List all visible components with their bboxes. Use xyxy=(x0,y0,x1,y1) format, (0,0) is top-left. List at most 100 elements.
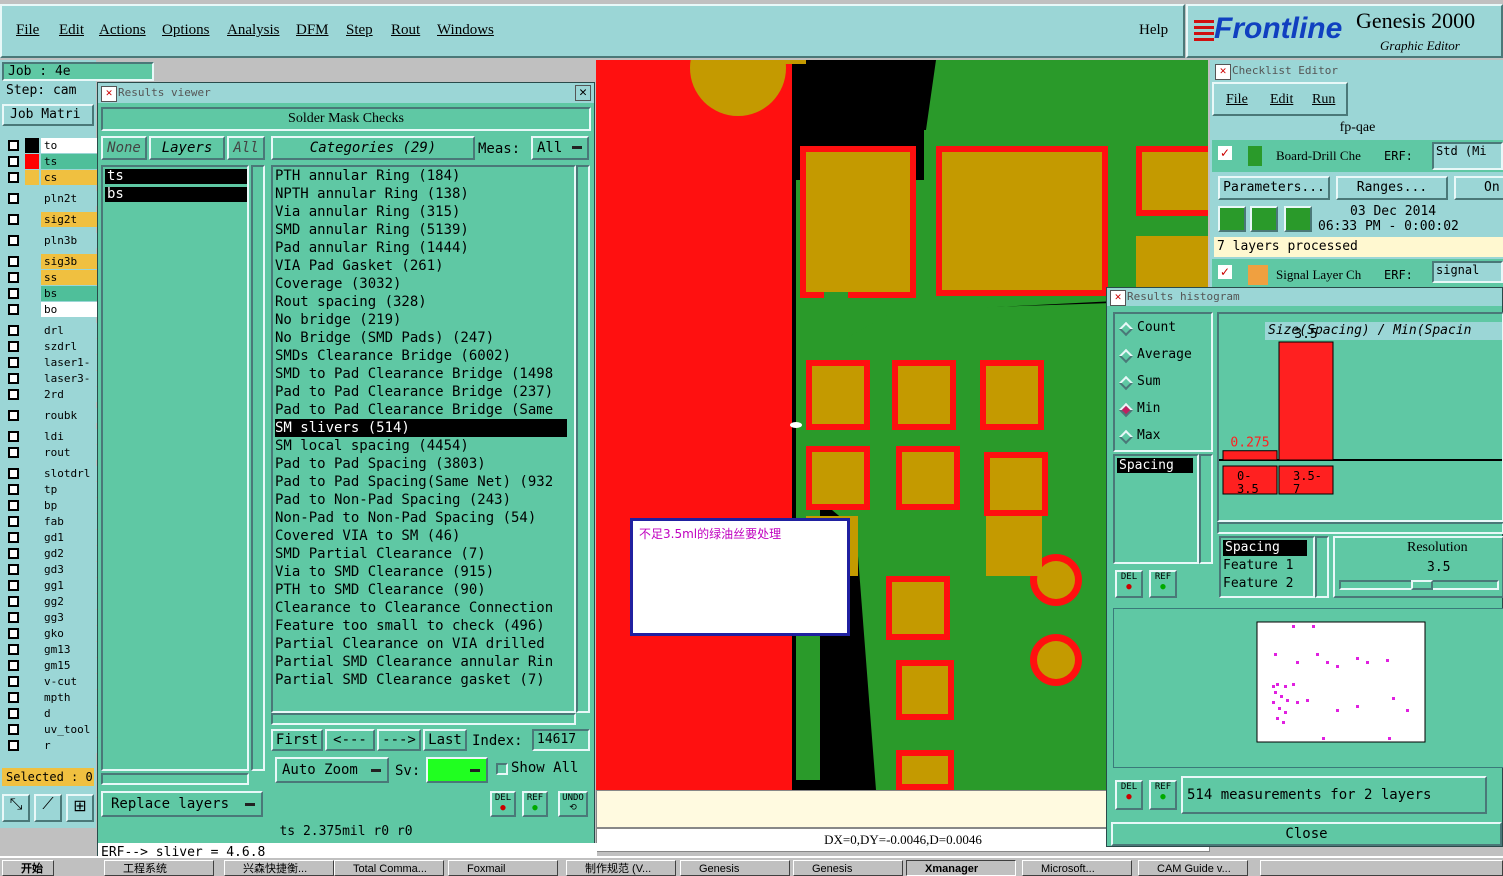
category-item[interactable]: Via annular Ring (315) xyxy=(275,203,567,221)
layer-row-fab[interactable]: fab xyxy=(4,514,97,529)
layer-checkbox[interactable] xyxy=(8,193,19,204)
category-item[interactable]: NPTH annular Ring (138) xyxy=(275,185,567,203)
category-item[interactable]: Pad to Pad Spacing (3803) xyxy=(275,455,567,473)
close-icon[interactable]: ✕ xyxy=(575,85,591,101)
layer-row-szdrl[interactable]: szdrl xyxy=(4,339,97,354)
on-button[interactable]: On xyxy=(1454,176,1503,200)
menu-step[interactable]: Step xyxy=(346,22,373,39)
category-item[interactable]: Pad to Pad Spacing(Same Net) (932 xyxy=(275,473,567,491)
category-item[interactable]: SMD annular Ring (5139) xyxy=(275,221,567,239)
layer-checkbox[interactable] xyxy=(8,256,19,267)
menu-windows[interactable]: Windows xyxy=(437,22,494,39)
layer-row-tp[interactable]: tp xyxy=(4,482,97,497)
category-item[interactable]: SMD Partial Clearance (7) xyxy=(275,545,567,563)
layer-row-gko[interactable]: gko xyxy=(4,626,97,641)
category-item[interactable]: No Bridge (SMD Pads) (247) xyxy=(275,329,567,347)
layer-checkbox[interactable] xyxy=(8,272,19,283)
taskbar-item[interactable]: 兴森快捷衡... xyxy=(224,860,334,876)
first-button[interactable]: First xyxy=(271,729,323,751)
erf-value[interactable]: Std (Mi xyxy=(1432,142,1503,170)
layer-row-rout[interactable]: rout xyxy=(4,445,97,460)
category-item[interactable]: Feature too small to check (496) xyxy=(275,617,567,635)
layer-checkbox[interactable] xyxy=(8,564,19,575)
layers-button[interactable]: Layers xyxy=(149,136,225,160)
layer-checkbox[interactable] xyxy=(8,708,19,719)
window-menu-icon[interactable]: ✕ xyxy=(1215,64,1231,80)
category-item[interactable]: PTH to SMD Clearance (90) xyxy=(275,581,567,599)
category-item[interactable]: Partial SMD Clearance annular Rin xyxy=(275,653,567,671)
histogram-list-item[interactable]: Spacing xyxy=(1117,458,1193,473)
menu-analysis[interactable]: Analysis xyxy=(227,22,280,39)
layer-row-sig3b[interactable]: sig3b xyxy=(4,254,97,269)
mode-radio-average[interactable]: Average xyxy=(1115,347,1211,367)
category-item[interactable]: Non-Pad to Non-Pad Spacing (54) xyxy=(275,509,567,527)
layer-checkbox[interactable] xyxy=(8,484,19,495)
last-button[interactable]: Last xyxy=(423,729,467,751)
map-ref-button[interactable]: REF ● xyxy=(1149,780,1177,810)
result-layer-ts[interactable]: ts xyxy=(105,169,247,184)
layer-row-bp[interactable]: bp xyxy=(4,498,97,513)
layer-checkbox[interactable] xyxy=(8,341,19,352)
layer-row-v-cut[interactable]: v-cut xyxy=(4,674,97,689)
undo-button[interactable]: UNDO ⟲ xyxy=(558,791,588,817)
run-icon[interactable] xyxy=(1218,206,1246,232)
layer-row-to[interactable]: to xyxy=(4,138,97,153)
menu-edit[interactable]: Edit xyxy=(59,22,84,39)
feature-item-1[interactable]: Feature 1 xyxy=(1223,558,1293,573)
taskbar-item[interactable]: 工程系统 xyxy=(104,860,214,876)
taskbar-item[interactable]: Total Comma... xyxy=(334,860,444,876)
category-item[interactable]: Partial Clearance on VIA drilled xyxy=(275,635,567,653)
layer-checkbox[interactable] xyxy=(8,304,19,315)
layer-checkbox[interactable] xyxy=(8,532,19,543)
radio-icon[interactable] xyxy=(1118,402,1134,418)
all-layers-button[interactable]: All xyxy=(227,136,265,160)
layer-row-bs[interactable]: bs xyxy=(4,286,97,301)
layer-checkbox[interactable] xyxy=(8,516,19,527)
taskbar-item[interactable]: Xmanager xyxy=(906,860,1016,876)
ref-button[interactable]: REF ● xyxy=(522,791,548,817)
tool-grid-icon[interactable]: ⊞ xyxy=(66,794,94,822)
stop-icon[interactable] xyxy=(1284,206,1312,232)
layer-checkbox[interactable] xyxy=(8,468,19,479)
map-del-button[interactable]: DEL ● xyxy=(1115,780,1143,810)
layer-checkbox[interactable] xyxy=(8,612,19,623)
next-button[interactable]: ---> xyxy=(377,729,421,751)
tool-measure-icon[interactable]: ⟋ xyxy=(34,794,62,822)
taskbar-item[interactable]: CAM Guide v... xyxy=(1138,860,1248,876)
layer-row-gd2[interactable]: gd2 xyxy=(4,546,97,561)
layer-row-mpth[interactable]: mpth xyxy=(4,690,97,705)
layer-row-gd1[interactable]: gd1 xyxy=(4,530,97,545)
layer-row-roubk[interactable]: roubk xyxy=(4,408,97,423)
feature-item-spacing[interactable]: Spacing xyxy=(1223,540,1307,556)
mode-radio-sum[interactable]: Sum xyxy=(1115,374,1211,394)
layer-checkbox[interactable] xyxy=(8,235,19,246)
layer-list-scrollbar[interactable] xyxy=(251,165,265,771)
taskbar-item[interactable]: Genesis xyxy=(680,860,790,876)
annotation-note[interactable]: 不足3.5ml的绿油丝要处理 xyxy=(630,518,850,636)
taskbar-item[interactable]: Foxmail xyxy=(448,860,558,876)
layer-checkbox[interactable] xyxy=(8,548,19,559)
taskbar-item[interactable]: Genesis xyxy=(793,860,903,876)
mode-radio-count[interactable]: Count xyxy=(1115,320,1211,340)
layer-checkbox[interactable] xyxy=(8,596,19,607)
layer-row-r[interactable]: r xyxy=(4,738,97,753)
layer-checkbox[interactable] xyxy=(8,431,19,442)
check-row-board-drill[interactable]: ✓ Board-Drill Che ERF: Std (Mi xyxy=(1212,140,1503,172)
ranges-button[interactable]: Ranges... xyxy=(1336,176,1448,200)
layer-row-laser3-[interactable]: laser3- xyxy=(4,371,97,386)
job-matrix-button[interactable]: Job Matri xyxy=(2,104,94,126)
layer-row-gd3[interactable]: gd3 xyxy=(4,562,97,577)
menu-actions[interactable]: Actions xyxy=(99,22,146,39)
layer-row-ts[interactable]: ts xyxy=(4,154,97,169)
parameters-button[interactable]: Parameters... xyxy=(1218,176,1330,200)
mode-radio-min[interactable]: Min xyxy=(1115,401,1211,421)
layer-row-gg2[interactable]: gg2 xyxy=(4,594,97,609)
menu-dfm[interactable]: DFM xyxy=(296,22,329,39)
taskbar-item[interactable]: Microsoft... xyxy=(1022,860,1132,876)
index-input[interactable]: 14617 xyxy=(532,729,590,751)
layer-row-laser1-[interactable]: laser1- xyxy=(4,355,97,370)
feature-item-2[interactable]: Feature 2 xyxy=(1223,576,1293,591)
category-item[interactable]: SM local spacing (4454) xyxy=(275,437,567,455)
layer-row-ldi[interactable]: ldi xyxy=(4,429,97,444)
layer-checkbox[interactable] xyxy=(8,140,19,151)
